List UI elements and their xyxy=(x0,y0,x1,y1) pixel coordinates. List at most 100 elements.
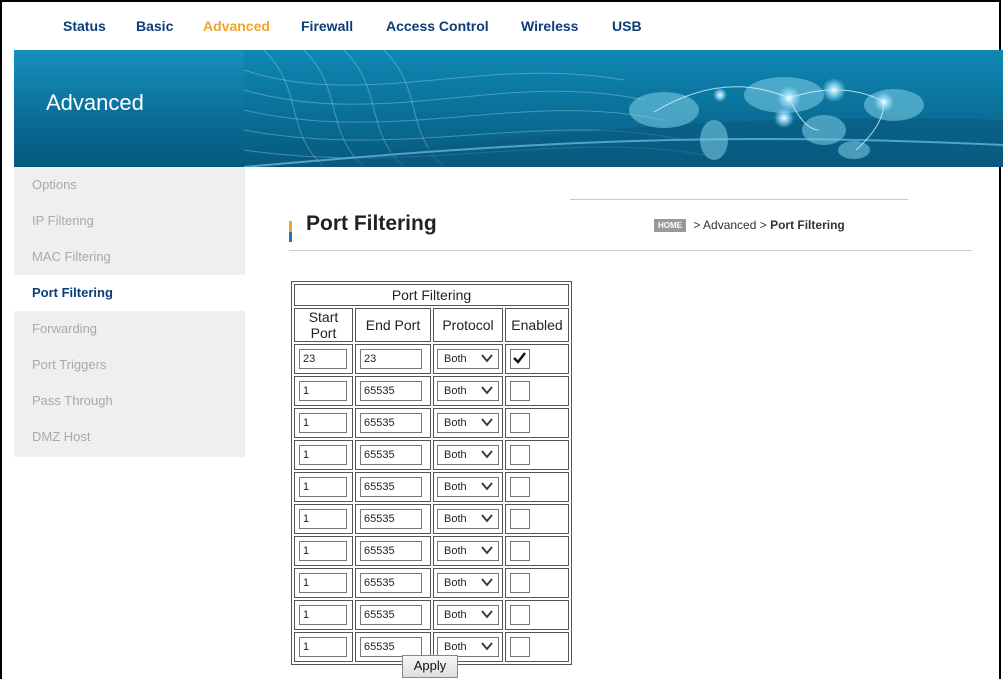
nav-firewall[interactable]: Firewall xyxy=(301,18,353,34)
enabled-checkbox[interactable] xyxy=(510,477,530,497)
end-port-input[interactable]: 65535 xyxy=(360,413,422,433)
enabled-checkbox[interactable] xyxy=(510,413,530,433)
start-port-cell: 1 xyxy=(294,472,353,502)
enabled-checkbox[interactable] xyxy=(510,445,530,465)
start-port-input[interactable]: 1 xyxy=(299,605,347,625)
end-port-cell: 65535 xyxy=(355,600,431,630)
title-accent-orange xyxy=(289,221,292,232)
enabled-cell xyxy=(505,376,569,406)
apply-button[interactable]: Apply xyxy=(402,655,458,678)
start-port-input[interactable]: 1 xyxy=(299,541,347,561)
nav-usb[interactable]: USB xyxy=(612,18,642,34)
start-port-input[interactable]: 1 xyxy=(299,381,347,401)
sidebar-item-label: Port Filtering xyxy=(32,285,113,300)
sidebar-item-ip-filtering[interactable]: IP Filtering xyxy=(14,203,245,239)
enabled-cell xyxy=(505,536,569,566)
nav-wireless[interactable]: Wireless xyxy=(521,18,578,34)
table-row: 23 23 Both xyxy=(294,344,569,374)
protocol-cell: Both xyxy=(433,376,503,406)
column-header-start-port: Start Port xyxy=(294,308,353,342)
end-port-cell: 65535 xyxy=(355,472,431,502)
nav-advanced[interactable]: Advanced xyxy=(203,18,270,34)
protocol-select[interactable]: Both xyxy=(437,445,499,465)
protocol-select[interactable]: Both xyxy=(437,541,499,561)
chevron-down-icon xyxy=(481,578,493,587)
enabled-checkbox[interactable] xyxy=(510,541,530,561)
end-port-input[interactable]: 23 xyxy=(360,349,422,369)
sidebar-item-dmz-host[interactable]: DMZ Host xyxy=(14,419,245,455)
start-port-cell: 1 xyxy=(294,632,353,662)
protocol-value: Both xyxy=(444,481,467,493)
sidebar-item-label: DMZ Host xyxy=(32,429,91,444)
title-accent-blue xyxy=(289,232,292,242)
table-caption: Port Filtering xyxy=(294,284,569,306)
enabled-checkbox[interactable] xyxy=(510,573,530,593)
breadcrumb-path: > Advanced > xyxy=(690,218,771,232)
chevron-down-icon xyxy=(481,482,493,491)
protocol-value: Both xyxy=(444,577,467,589)
end-port-input[interactable]: 65535 xyxy=(360,445,422,465)
enabled-cell xyxy=(505,632,569,662)
sidebar-item-port-triggers[interactable]: Port Triggers xyxy=(14,347,245,383)
banner-title-panel: Advanced xyxy=(14,50,244,167)
protocol-select[interactable]: Both xyxy=(437,381,499,401)
protocol-select[interactable]: Both xyxy=(437,573,499,593)
sidebar-item-port-filtering[interactable]: Port Filtering xyxy=(14,275,245,311)
start-port-input[interactable]: 1 xyxy=(299,477,347,497)
enabled-cell xyxy=(505,472,569,502)
end-port-cell: 65535 xyxy=(355,440,431,470)
end-port-input[interactable]: 65535 xyxy=(360,541,422,561)
start-port-input[interactable]: 1 xyxy=(299,573,347,593)
start-port-cell: 23 xyxy=(294,344,353,374)
end-port-input[interactable]: 65535 xyxy=(360,605,422,625)
chevron-down-icon xyxy=(481,642,493,651)
nav-status[interactable]: Status xyxy=(63,18,106,34)
enabled-checkbox[interactable] xyxy=(510,349,530,369)
enabled-checkbox[interactable] xyxy=(510,637,530,657)
sidebar-item-pass-through[interactable]: Pass Through xyxy=(14,383,245,419)
protocol-cell: Both xyxy=(433,536,503,566)
table-row: 1 65535 Both xyxy=(294,472,569,502)
protocol-value: Both xyxy=(444,449,467,461)
protocol-select[interactable]: Both xyxy=(437,477,499,497)
enabled-cell xyxy=(505,600,569,630)
nav-access-control[interactable]: Access Control xyxy=(386,18,489,34)
sidebar-item-options[interactable]: Options xyxy=(14,167,245,203)
protocol-select[interactable]: Both xyxy=(437,413,499,433)
protocol-cell: Both xyxy=(433,568,503,598)
sidebar-item-forwarding[interactable]: Forwarding xyxy=(14,311,245,347)
home-icon[interactable]: HOME xyxy=(654,219,686,233)
start-port-input[interactable]: 1 xyxy=(299,509,347,529)
end-port-input[interactable]: 65535 xyxy=(360,477,422,497)
end-port-cell: 65535 xyxy=(355,568,431,598)
protocol-cell: Both xyxy=(433,504,503,534)
chevron-down-icon xyxy=(481,546,493,555)
start-port-input[interactable]: 1 xyxy=(299,637,347,657)
nav-basic[interactable]: Basic xyxy=(136,18,173,34)
protocol-select[interactable]: Both xyxy=(437,637,499,657)
end-port-cell: 65535 xyxy=(355,408,431,438)
sidebar-item-mac-filtering[interactable]: MAC Filtering xyxy=(14,239,245,275)
end-port-input[interactable]: 65535 xyxy=(360,381,422,401)
protocol-cell: Both xyxy=(433,472,503,502)
table-row: 1 65535 Both xyxy=(294,536,569,566)
start-port-cell: 1 xyxy=(294,376,353,406)
banner-title: Advanced xyxy=(46,90,144,115)
protocol-select[interactable]: Both xyxy=(437,605,499,625)
enabled-checkbox[interactable] xyxy=(510,509,530,529)
enabled-cell xyxy=(505,568,569,598)
start-port-input[interactable]: 23 xyxy=(299,349,347,369)
chevron-down-icon xyxy=(481,450,493,459)
protocol-select[interactable]: Both xyxy=(437,349,499,369)
end-port-input[interactable]: 65535 xyxy=(360,509,422,529)
enabled-cell xyxy=(505,344,569,374)
start-port-input[interactable]: 1 xyxy=(299,413,347,433)
enabled-checkbox[interactable] xyxy=(510,381,530,401)
end-port-input[interactable]: 65535 xyxy=(360,637,422,657)
protocol-select[interactable]: Both xyxy=(437,509,499,529)
enabled-checkbox[interactable] xyxy=(510,605,530,625)
end-port-input[interactable]: 65535 xyxy=(360,573,422,593)
sidebar-item-label: Options xyxy=(32,177,77,192)
column-header-protocol: Protocol xyxy=(433,308,503,342)
start-port-input[interactable]: 1 xyxy=(299,445,347,465)
